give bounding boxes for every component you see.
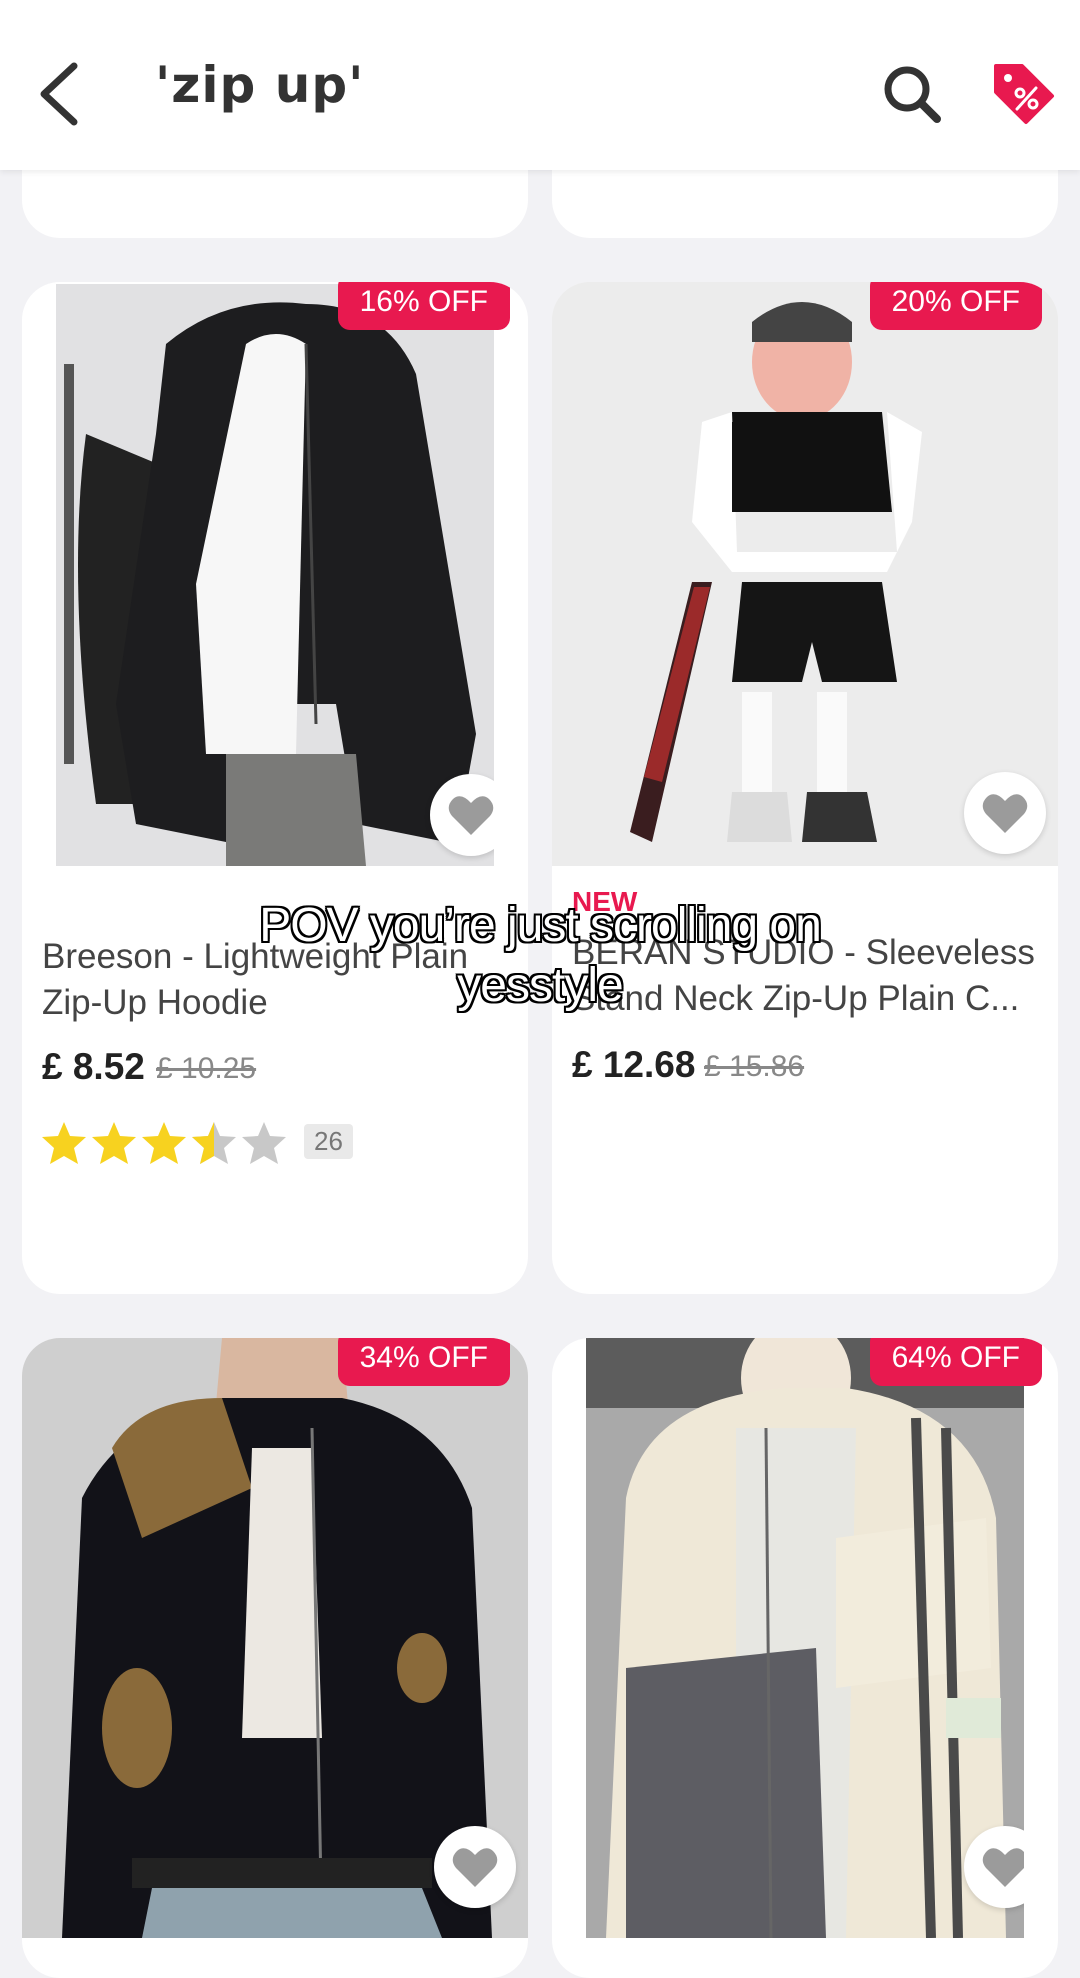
product-image[interactable] [552,282,1058,866]
hoodie-photo [56,284,494,866]
search-query-title[interactable]: 'zip up' [155,56,364,114]
discount-badge: 34% OFF [337,1338,510,1386]
discount-badge: 20% OFF [869,282,1042,330]
product-card[interactable]: 34% OFF [22,1338,528,1978]
product-price: £ 12.68 [572,1044,696,1085]
heart-icon [448,796,494,835]
product-card[interactable]: 20% OFF NEW BERAN STUDIO - Sleeveless St… [552,282,1058,1294]
caption-line1: POV you’re just scrolling on [259,899,822,952]
wishlist-button[interactable] [434,1826,516,1908]
top-bar: 'zip up' [0,0,1080,170]
product-original-price: £ 15.86 [704,1050,805,1083]
product-card[interactable]: 16% OFF Breeson - Lightweight Plain Zip-… [22,282,528,1294]
heart-icon [452,1848,498,1887]
wishlist-button[interactable] [964,772,1046,854]
heart-icon [982,1848,1024,1887]
back-button[interactable] [32,52,92,136]
search-icon [884,66,941,123]
empty-star-icon [242,1122,286,1164]
product-image[interactable] [586,1338,1024,1938]
star-rating [40,1120,300,1170]
discount-badge: 64% OFF [869,1338,1042,1386]
fleece-jacket-photo [586,1338,1024,1938]
search-button[interactable] [880,62,944,126]
heart-icon [982,794,1028,833]
product-card[interactable]: 64% OFF [552,1338,1058,1978]
deals-button[interactable] [988,58,1058,128]
discount-badge: 16% OFF [337,282,510,330]
review-count: 26 [304,1124,353,1159]
discount-tag-icon [994,64,1054,124]
star-icon [42,1122,86,1164]
product-price: £ 8.52 [42,1046,145,1087]
caption-line2: yesstyle [457,959,623,1012]
star-icon [92,1122,136,1164]
chevron-left-icon [40,62,78,126]
half-star-icon [192,1122,236,1164]
product-image[interactable] [22,1338,528,1938]
star-icon [142,1122,186,1164]
video-caption: POV you’re just scrolling on yesstyle [0,896,1080,1016]
product-original-price: £ 10.25 [156,1052,257,1085]
product-image[interactable] [56,284,494,866]
